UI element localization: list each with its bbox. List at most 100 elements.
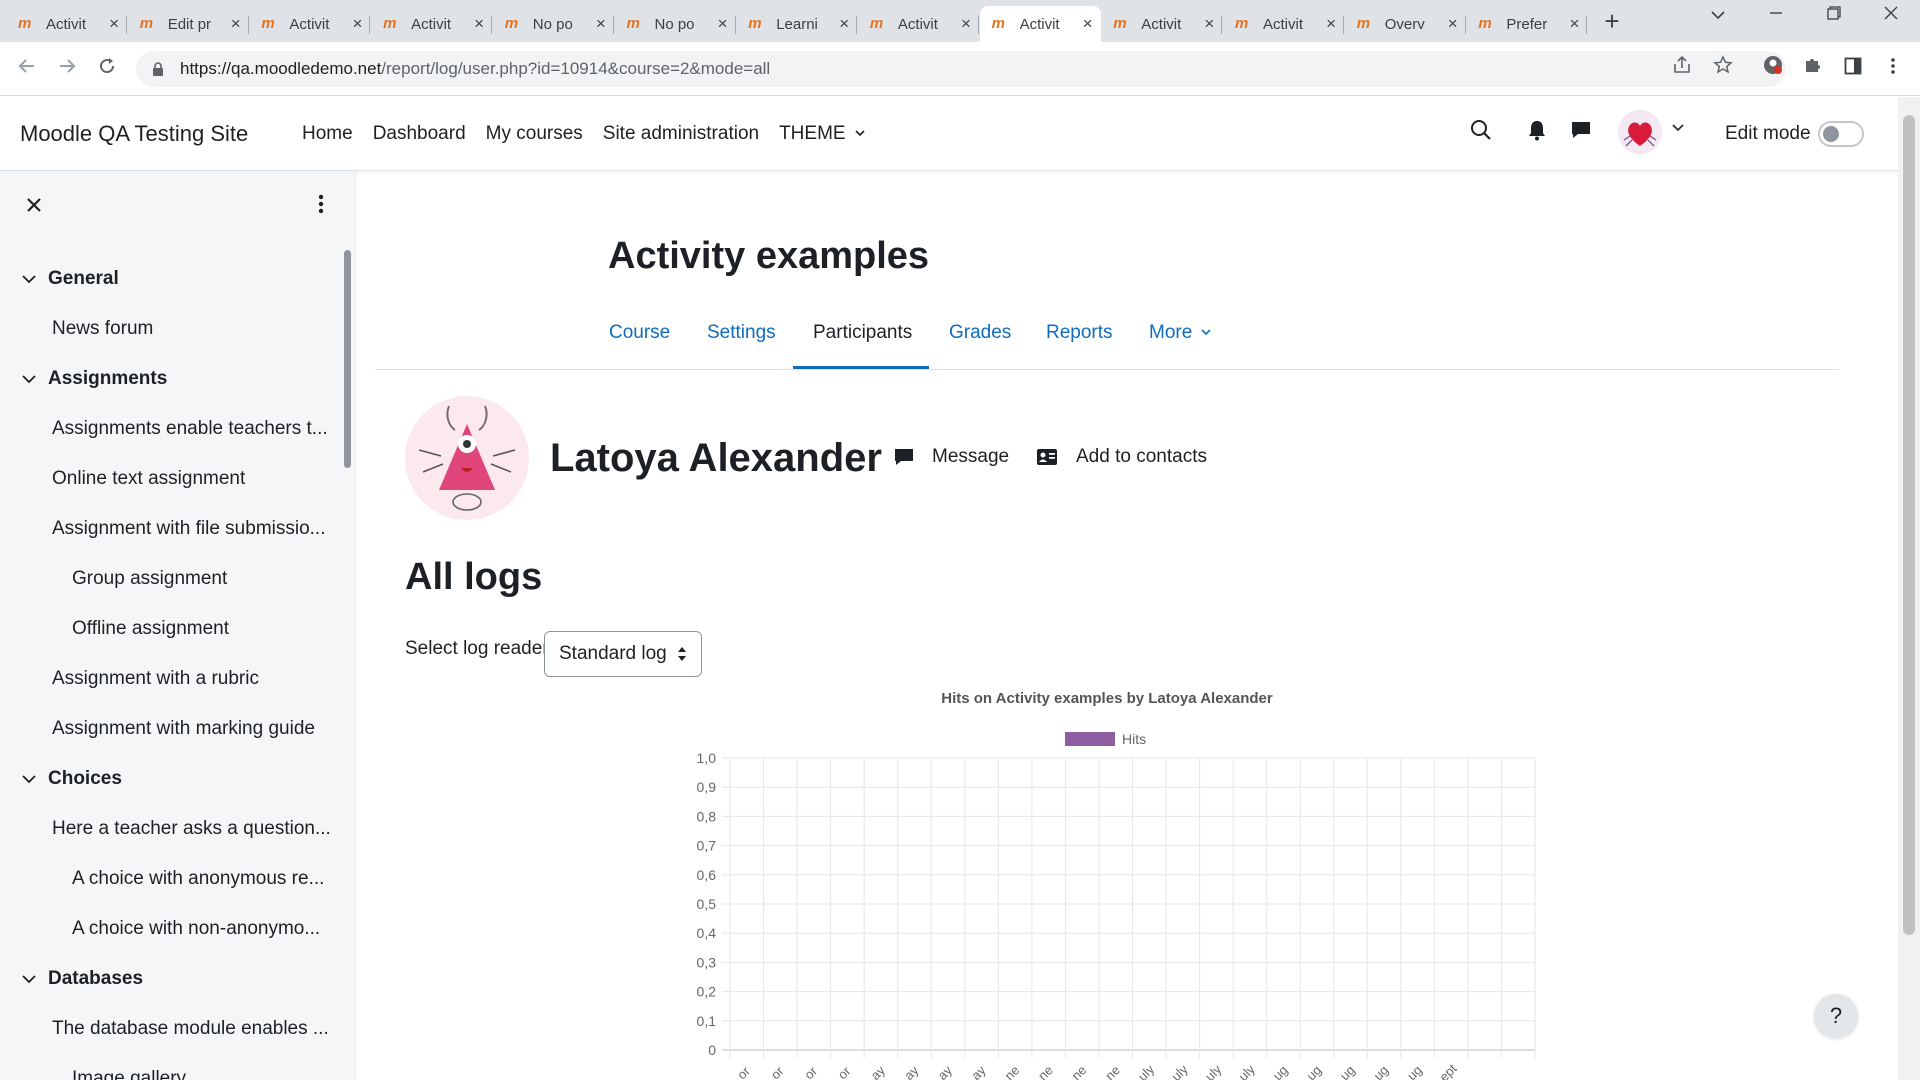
- nav-dashboard[interactable]: Dashboard: [373, 123, 466, 145]
- page-scrollbar-thumb[interactable]: [1903, 115, 1915, 935]
- x-tick-label: uly: [1202, 1061, 1225, 1080]
- course-index-item[interactable]: A choice with non-anonymo...: [72, 918, 320, 940]
- moodle-favicon-icon: m: [1478, 15, 1492, 32]
- tab-course[interactable]: Course: [609, 322, 670, 344]
- help-button[interactable]: ?: [1814, 994, 1858, 1038]
- page-scrollbar[interactable]: [1898, 97, 1920, 1080]
- course-index-item[interactable]: A choice with anonymous re...: [72, 868, 324, 890]
- browser-tab[interactable]: m No po ×: [493, 6, 614, 42]
- extension-account-icon[interactable]: [1758, 54, 1788, 84]
- drawer-options-icon[interactable]: [318, 194, 328, 218]
- site-brand[interactable]: Moodle QA Testing Site: [20, 121, 248, 147]
- log-reader-value: Standard log: [559, 643, 667, 664]
- section-choices[interactable]: Choices: [22, 768, 122, 790]
- browser-tab[interactable]: m Activit ×: [1223, 6, 1344, 42]
- search-icon[interactable]: [1466, 119, 1496, 149]
- reload-icon[interactable]: [92, 53, 122, 83]
- browser-tab[interactable]: m Activit ×: [1101, 6, 1223, 42]
- section-assignments[interactable]: Assignments: [22, 368, 167, 390]
- close-tab-icon[interactable]: ×: [961, 14, 971, 34]
- message-icon: [895, 449, 913, 465]
- user-menu-avatar[interactable]: [1618, 110, 1662, 154]
- course-index-item[interactable]: Assignment with file submissio...: [52, 518, 326, 540]
- drawer-scrollbar[interactable]: [344, 250, 351, 468]
- messages-icon[interactable]: [1566, 119, 1596, 149]
- add-to-contacts-button[interactable]: Add to contacts: [1036, 446, 1207, 468]
- course-index-item[interactable]: Online text assignment: [52, 468, 245, 490]
- tab-participants[interactable]: Participants: [813, 322, 912, 344]
- new-tab-button[interactable]: +: [1598, 8, 1626, 36]
- edit-mode-toggle[interactable]: [1818, 121, 1864, 147]
- close-tab-icon[interactable]: ×: [839, 14, 849, 34]
- close-drawer-icon[interactable]: [22, 192, 46, 220]
- chevron-down-icon: [22, 275, 36, 284]
- y-tick-label: 0,2: [697, 984, 717, 1000]
- browser-tab[interactable]: m Activit ×: [979, 6, 1101, 42]
- close-tab-icon[interactable]: ×: [718, 14, 728, 34]
- nav-home[interactable]: Home: [302, 123, 353, 145]
- close-tab-icon[interactable]: ×: [1326, 14, 1336, 34]
- tab-title: Overv: [1384, 15, 1425, 33]
- bookmark-star-icon[interactable]: [1708, 54, 1738, 84]
- close-tab-icon[interactable]: ×: [352, 14, 362, 34]
- restore-icon[interactable]: [1819, 5, 1849, 25]
- course-index-drawer: General News forum Assignments Assignmen…: [0, 172, 356, 1080]
- course-index-item[interactable]: Group assignment: [72, 568, 227, 590]
- close-tab-icon[interactable]: ×: [1204, 14, 1214, 34]
- course-index-item[interactable]: Assignments enable teachers t...: [52, 418, 328, 440]
- url-field[interactable]: https://qa.moodledemo.net/report/log/use…: [136, 51, 1786, 87]
- close-tab-icon[interactable]: ×: [109, 14, 119, 34]
- course-index-item[interactable]: Image gallery: [72, 1068, 186, 1080]
- course-index-item[interactable]: News forum: [52, 318, 153, 340]
- course-index-item[interactable]: Assignment with a rubric: [52, 668, 259, 690]
- back-icon[interactable]: [12, 53, 42, 83]
- close-tab-icon[interactable]: ×: [474, 14, 484, 34]
- tab-grades[interactable]: Grades: [949, 322, 1011, 344]
- browser-tab[interactable]: m No po ×: [615, 6, 736, 42]
- close-window-icon[interactable]: [1876, 5, 1906, 25]
- tab-reports[interactable]: Reports: [1046, 322, 1113, 344]
- notifications-bell-icon[interactable]: [1522, 119, 1552, 149]
- nav-theme[interactable]: THEME: [779, 123, 865, 145]
- browser-tab[interactable]: m Overv ×: [1345, 6, 1466, 42]
- user-profile-picture[interactable]: [405, 396, 529, 520]
- close-tab-icon[interactable]: ×: [596, 14, 606, 34]
- log-reader-select[interactable]: Standard log: [544, 631, 702, 677]
- tab-more[interactable]: More: [1149, 322, 1211, 344]
- section-general[interactable]: General: [22, 268, 119, 290]
- close-tab-icon[interactable]: ×: [1448, 14, 1458, 34]
- nav-my-courses[interactable]: My courses: [486, 123, 583, 145]
- close-tab-icon[interactable]: ×: [1083, 14, 1093, 34]
- side-panel-icon[interactable]: [1838, 54, 1868, 84]
- extensions-puzzle-icon[interactable]: [1798, 54, 1828, 84]
- tab-search-icon[interactable]: [1703, 5, 1733, 25]
- y-tick-label: 0,9: [697, 779, 717, 795]
- course-index-item[interactable]: The database module enables ...: [52, 1018, 329, 1040]
- tab-settings[interactable]: Settings: [707, 322, 776, 344]
- browser-tab[interactable]: m Activit ×: [249, 6, 371, 42]
- tab-title: Activit: [289, 15, 330, 33]
- close-tab-icon[interactable]: ×: [1569, 14, 1579, 34]
- forward-icon[interactable]: [52, 53, 82, 83]
- x-tick-label: ug: [1404, 1062, 1425, 1080]
- browser-tab[interactable]: m Prefer ×: [1466, 6, 1588, 42]
- browser-tab[interactable]: m Activit ×: [858, 6, 979, 42]
- browser-menu-icon[interactable]: [1878, 54, 1908, 84]
- minimize-icon[interactable]: [1761, 5, 1791, 25]
- active-tab-indicator: [793, 366, 929, 369]
- course-index-item[interactable]: Here a teacher asks a question...: [52, 818, 331, 840]
- course-index-item[interactable]: Assignment with marking guide: [52, 718, 315, 740]
- browser-tab[interactable]: m Activit ×: [6, 6, 127, 42]
- share-icon[interactable]: [1667, 54, 1697, 84]
- user-menu-chevron-icon[interactable]: [1663, 119, 1693, 149]
- browser-tab[interactable]: m Learni ×: [736, 6, 858, 42]
- tab-title: Edit pr: [167, 15, 212, 33]
- message-button[interactable]: Message: [894, 446, 1009, 468]
- course-index-item[interactable]: Offline assignment: [72, 618, 229, 640]
- nav-site-administration[interactable]: Site administration: [603, 123, 759, 145]
- section-databases[interactable]: Databases: [22, 968, 143, 990]
- browser-tab[interactable]: m Edit pr ×: [128, 6, 249, 42]
- chevron-down-icon: [22, 775, 36, 784]
- browser-tab[interactable]: m Activit ×: [371, 6, 493, 42]
- close-tab-icon[interactable]: ×: [231, 14, 241, 34]
